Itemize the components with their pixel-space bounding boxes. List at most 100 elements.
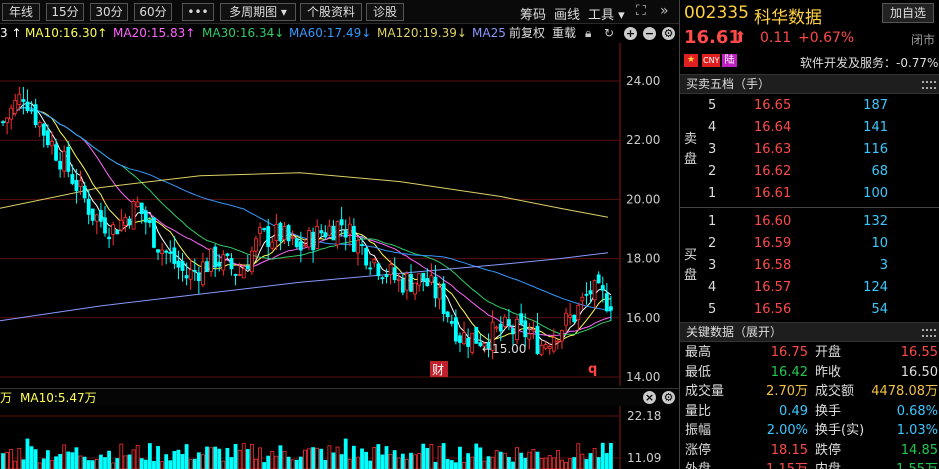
sell-level-1[interactable]: 1 16.61 100 (704, 183, 939, 205)
volume-bar (131, 449, 136, 469)
sell-price: 16.64 (754, 120, 792, 135)
buy-level-2[interactable]: 2 16.59 10 (704, 233, 939, 255)
candle-body (494, 326, 499, 329)
volume-bar (82, 456, 87, 469)
buy-level-4[interactable]: 4 16.57 124 (704, 277, 939, 299)
candle-body (37, 121, 42, 128)
volume-bar (115, 458, 120, 469)
volume-bar (441, 443, 446, 469)
sell-level-3[interactable]: 3 16.63 116 (704, 139, 939, 161)
sell-level-number: 5 (708, 98, 717, 113)
volume-bar (551, 457, 556, 469)
candle-body (192, 270, 197, 272)
volume-bar (339, 454, 344, 469)
candlestick-chart[interactable]: 24.0022.0020.0018.0016.0014.00 ←15.00 财 … (0, 43, 679, 386)
candle-body (433, 276, 438, 299)
candle-body (74, 179, 79, 192)
sell-price: 16.65 (754, 98, 792, 113)
add-favorite-button[interactable]: 加自选 (882, 3, 934, 23)
volume-bar (5, 451, 9, 469)
buy-level-5[interactable]: 5 16.56 54 (704, 299, 939, 321)
settings-gear-icon[interactable]: ⚙ (662, 27, 675, 40)
more-periods-button[interactable]: ••• (182, 3, 214, 21)
candle-body (147, 219, 152, 224)
candle-body (254, 238, 258, 252)
chips-button[interactable]: 筹码 (520, 4, 546, 23)
buy-volume: 10 (871, 236, 888, 251)
volume-settings-gear-icon[interactable]: ⚙ (662, 391, 675, 404)
candle-body (135, 201, 140, 207)
key-data-label: 最低 (685, 364, 712, 380)
tab-year[interactable]: 年线 (2, 3, 40, 21)
volume-bar (356, 456, 360, 469)
tab-30min[interactable]: 30分 (90, 3, 128, 21)
key-data-title: 关键数据（展开） (686, 325, 783, 339)
tools-dropdown[interactable]: 工具 ▾ (588, 4, 625, 23)
sell-price: 16.63 (754, 142, 792, 157)
tab-60min[interactable]: 60分 (134, 3, 172, 21)
candle-body (535, 325, 540, 355)
buy-price: 16.57 (754, 280, 792, 295)
candle-body (156, 249, 160, 253)
candle-body (576, 304, 581, 321)
volume-bar (539, 457, 544, 469)
volume-bar (58, 453, 63, 469)
key-data-header[interactable]: 关键数据（展开） (680, 322, 939, 342)
volume-chart[interactable]: 22.18 11.09 (0, 406, 679, 469)
buy-side-label: 买盘 (684, 248, 698, 283)
volume-bar (176, 449, 181, 469)
zoom-in-icon[interactable]: + (624, 27, 637, 40)
volume-bar (307, 448, 311, 469)
key-data-label: 外盘 (685, 460, 711, 469)
sell-level-5[interactable]: 5 16.65 187 (704, 95, 939, 117)
volume-bar (1, 453, 5, 469)
volume-bar (519, 452, 524, 469)
refresh-icon[interactable]: ↻ (604, 24, 614, 43)
grip-icon[interactable] (922, 81, 936, 89)
candle-body (58, 160, 63, 170)
candle-body (168, 251, 173, 254)
candle-body (217, 261, 222, 267)
grip-icon[interactable] (922, 329, 936, 337)
overlay-button[interactable]: 重载 (552, 24, 576, 43)
key-data-label: 换手 (815, 403, 842, 419)
finance-marker[interactable]: 财 (432, 363, 444, 377)
sell-level-4[interactable]: 4 16.64 141 (704, 117, 939, 139)
key-data-value: 16.55 (900, 345, 938, 360)
volume-bar (466, 453, 471, 469)
lock-icon[interactable]: 🔒︎ (585, 24, 591, 43)
sell-level-2[interactable]: 2 16.62 68 (704, 161, 939, 183)
stock-profile-button[interactable]: 个股资料 (300, 3, 362, 21)
buy-level-1[interactable]: 1 16.60 132 (704, 211, 939, 233)
collapse-double-chevron-icon[interactable]: » (660, 3, 669, 19)
candle-body (270, 241, 275, 249)
candle-body (123, 216, 128, 226)
orderbook-header: 买卖五档（手） (680, 74, 939, 94)
buy-price: 16.58 (754, 258, 792, 273)
close-volume-icon[interactable]: × (643, 391, 656, 404)
adjust-mode-button[interactable]: 前复权 (509, 24, 545, 43)
y-tick-label: 24.00 (626, 74, 660, 88)
draw-line-button[interactable]: 画线 (554, 4, 580, 23)
candle-body (9, 107, 14, 120)
volume-bar (437, 445, 442, 469)
multi-period-dropdown[interactable]: 多周期图 ▾ (220, 3, 296, 21)
candle-body (70, 174, 75, 184)
q-marker[interactable]: q (588, 362, 597, 377)
candle-body (519, 313, 524, 324)
volume-bar (425, 447, 430, 469)
volume-bar (568, 458, 573, 469)
key-data-label: 开盘 (815, 345, 842, 360)
candle-body (368, 267, 373, 270)
zoom-out-icon[interactable]: − (643, 27, 656, 40)
diagnose-button[interactable]: 诊股 (366, 3, 404, 21)
tab-15min[interactable]: 15分 (46, 3, 84, 21)
candle-body (396, 278, 401, 281)
volume-bar (54, 456, 58, 469)
buy-level-3[interactable]: 3 16.58 3 (704, 255, 939, 277)
volume-bar (254, 458, 258, 469)
expand-icon[interactable]: ⛶ (636, 3, 646, 19)
industry-change[interactable]: 软件开发及服务：-0.77% (800, 54, 938, 71)
candle-body (225, 253, 230, 256)
key-data-value: 14.85 (900, 442, 938, 458)
